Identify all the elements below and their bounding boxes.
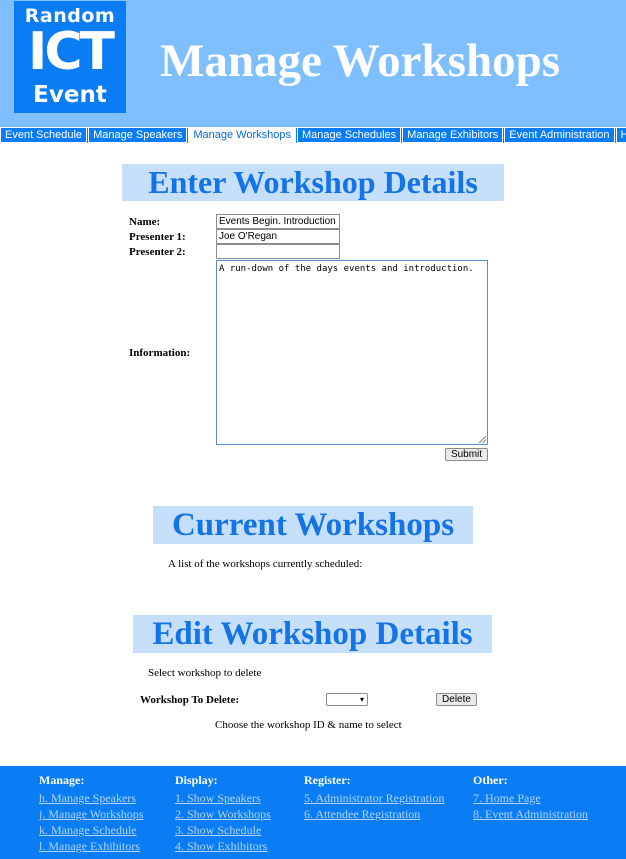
footer-link-show-workshops[interactable]: 2. Show Workshops [175,806,271,822]
submit-button[interactable]: Submit [445,448,488,461]
footer-link-show-schedule[interactable]: 3. Show Schedule [175,822,271,838]
footer-link-event-administration[interactable]: 8. Event Administration [473,806,588,822]
footer-manage-column: Manage: h. Manage Speakers j. Manage Wor… [39,773,143,854]
nav-manage-speakers[interactable]: Manage Speakers [88,128,188,143]
nav-manage-workshops[interactable]: Manage Workshops [188,128,296,143]
footer-link-manage-speakers[interactable]: h. Manage Speakers [39,790,143,806]
presenter1-field[interactable]: Joe O'Regan [216,229,340,244]
logo-line-3: Event [33,82,107,108]
name-field[interactable]: Events Begin. Introduction [216,214,340,229]
dropdown-arrow-icon: ▾ [359,695,364,704]
footer-link-manage-workshops[interactable]: j. Manage Workshops [39,806,143,822]
presenter2-field[interactable] [216,244,340,259]
delete-button[interactable]: Delete [436,693,477,706]
footer-link-show-speakers[interactable]: 1. Show Speakers [175,790,271,806]
site-footer: Manage: h. Manage Speakers j. Manage Wor… [0,766,626,859]
footer-link-administrator-registration[interactable]: 5. Administrator Registration [304,790,444,806]
footer-link-home-page[interactable]: 7. Home Page [473,790,588,806]
current-workshops-description: A list of the workshops currently schedu… [168,558,363,570]
nav-event-schedule[interactable]: Event Schedule [0,128,88,143]
information-label: Information: [129,347,191,359]
workshop-to-delete-label: Workshop To Delete: [140,694,240,706]
presenter2-label: Presenter 2: [129,246,186,258]
enter-workshop-heading: Enter Workshop Details [122,164,504,201]
footer-display-column: Display: 1. Show Speakers 2. Show Worksh… [175,773,271,854]
site-header: Random ICT Event Manage Workshops [0,0,626,127]
footer-register-column: Register: 5. Administrator Registration … [304,773,444,822]
name-label: Name: [129,216,161,228]
logo-line-2: ICT [28,22,115,82]
delete-instruction: Select workshop to delete [148,667,262,679]
information-textarea[interactable]: A run-down of the days events and introd… [216,260,488,445]
current-workshops-heading: Current Workshops [153,506,473,544]
edit-workshop-heading: Edit Workshop Details [133,615,492,653]
site-logo[interactable]: Random ICT Event [14,1,126,113]
footer-link-attendee-registration[interactable]: 6. Attendee Registration [304,806,444,822]
main-nav: Event Schedule Manage Speakers Manage Wo… [0,127,626,143]
presenter1-label: Presenter 1: [129,231,186,243]
nav-manage-schedules[interactable]: Manage Schedules [296,128,402,143]
footer-other-heading: Other: [473,773,508,787]
page-title: Manage Workshops [160,35,561,87]
information-text: A run-down of the days events and introd… [219,264,474,274]
footer-link-manage-schedule[interactable]: k. Manage Schedule [39,822,143,838]
footer-other-column: Other: 7. Home Page 8. Event Administrat… [473,773,588,822]
footer-display-heading: Display: [175,773,218,787]
select-hint: Choose the workshop ID & name to select [215,719,402,731]
resize-grip-icon[interactable] [479,436,486,443]
workshop-select[interactable]: ▾ [326,693,368,706]
nav-event-administration[interactable]: Event Administration [504,128,615,143]
footer-link-manage-exhibitors[interactable]: l. Manage Exhibitors [39,838,143,854]
nav-manage-exhibitors[interactable]: Manage Exhibitors [402,128,504,143]
footer-manage-heading: Manage: [39,773,85,787]
footer-link-show-exhibitors[interactable]: 4. Show Exhibitors [175,838,271,854]
nav-home[interactable]: Home [615,128,626,143]
footer-register-heading: Register: [304,773,351,787]
